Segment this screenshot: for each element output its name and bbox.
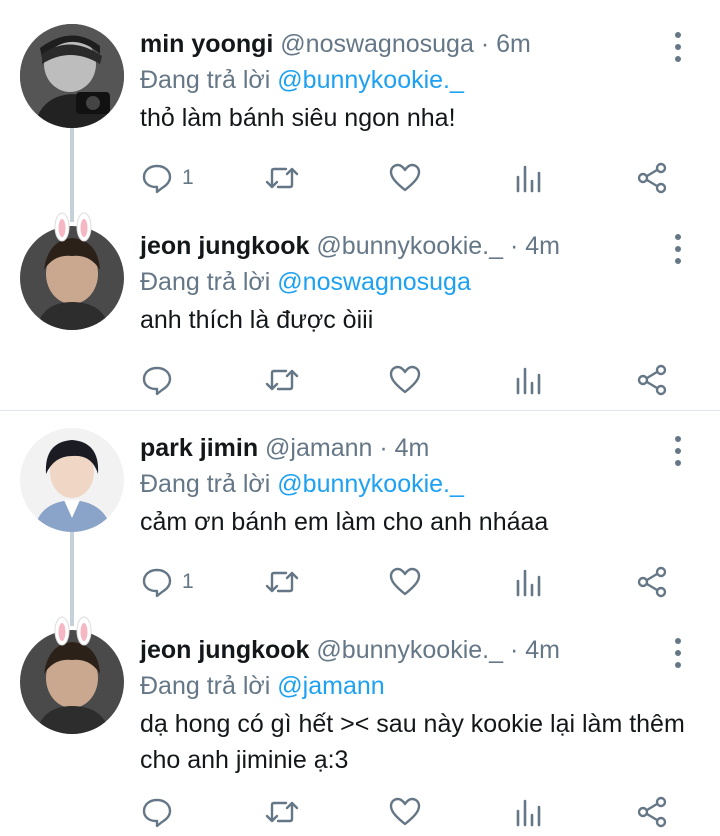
reply-button[interactable] bbox=[140, 360, 182, 400]
display-name[interactable]: jeon jungkook bbox=[140, 636, 309, 664]
more-options-icon[interactable] bbox=[664, 232, 692, 266]
tweet-actions bbox=[140, 792, 700, 832]
retweet-button[interactable] bbox=[264, 562, 300, 602]
tweet-header: jeon jungkook @bunnykookie._ · 4m bbox=[140, 630, 560, 670]
heart-icon bbox=[389, 365, 421, 394]
tweet-actions bbox=[140, 360, 700, 400]
analytics-button[interactable] bbox=[514, 792, 544, 832]
share-icon bbox=[637, 796, 667, 828]
separator-dot: · bbox=[509, 636, 519, 664]
retweet-icon bbox=[265, 571, 299, 593]
retweet-button[interactable] bbox=[264, 158, 300, 198]
user-handle[interactable]: @bunnykookie._ bbox=[316, 636, 503, 664]
separator-dot: · bbox=[480, 30, 490, 58]
replying-to-label: Đang trả lời bbox=[140, 470, 271, 498]
reply-count: 1 bbox=[182, 570, 194, 593]
replying-to: Đang trả lời @jamann bbox=[140, 668, 385, 704]
tweet-header: park jimin @jamann · 4m bbox=[140, 428, 429, 468]
analytics-icon bbox=[516, 165, 541, 193]
tweet-actions: 1 bbox=[140, 158, 700, 198]
heart-icon bbox=[389, 797, 421, 826]
user-handle[interactable]: @jamann bbox=[265, 434, 372, 462]
tweet-header: jeon jungkook @bunnykookie._ · 4m bbox=[140, 226, 560, 266]
share-button[interactable] bbox=[636, 562, 668, 602]
mention-link[interactable]: @bunnykookie._ bbox=[277, 66, 464, 94]
share-icon bbox=[637, 364, 667, 396]
tweet[interactable]: min yoongi @noswagnosuga · 6m Đang trả l… bbox=[0, 24, 720, 204]
reply-icon bbox=[142, 366, 172, 396]
share-icon bbox=[637, 566, 667, 598]
replying-to: Đang trả lời @bunnykookie._ bbox=[140, 466, 464, 502]
reply-button[interactable] bbox=[140, 792, 182, 832]
reply-thread: min yoongi @noswagnosuga · 6m Đang trả l… bbox=[0, 0, 720, 836]
tweet-actions: 1 bbox=[140, 562, 700, 602]
user-handle[interactable]: @bunnykookie._ bbox=[316, 232, 503, 260]
replying-to-label: Đang trả lời bbox=[140, 672, 271, 700]
tweet[interactable]: jeon jungkook @bunnykookie._ · 4m Đang t… bbox=[0, 212, 720, 406]
reply-icon bbox=[142, 798, 172, 828]
tweet[interactable]: park jimin @jamann · 4m Đang trả lời @bu… bbox=[0, 428, 720, 608]
thread-divider bbox=[0, 410, 720, 411]
like-button[interactable] bbox=[388, 792, 422, 832]
retweet-icon bbox=[265, 801, 299, 823]
retweet-button[interactable] bbox=[264, 792, 300, 832]
timestamp[interactable]: 4m bbox=[395, 434, 430, 462]
tweet-text: anh thích là được òiii bbox=[140, 306, 374, 334]
separator-dot: · bbox=[379, 434, 388, 462]
retweet-icon bbox=[265, 369, 299, 391]
display-name[interactable]: jeon jungkook bbox=[140, 232, 309, 260]
reply-icon bbox=[142, 568, 172, 598]
reply-count: 1 bbox=[182, 166, 194, 189]
like-button[interactable] bbox=[388, 562, 422, 602]
like-button[interactable] bbox=[388, 158, 422, 198]
replying-to: Đang trả lời @noswagnosuga bbox=[140, 264, 471, 300]
reply-button[interactable]: 1 bbox=[140, 158, 194, 198]
bunny-ears-sticker bbox=[54, 212, 92, 242]
display-name[interactable]: min yoongi bbox=[140, 30, 273, 58]
separator-dot: · bbox=[509, 232, 519, 260]
like-button[interactable] bbox=[388, 360, 422, 400]
heart-icon bbox=[389, 567, 421, 596]
share-button[interactable] bbox=[636, 792, 668, 832]
tweet-text: cảm ơn bánh em làm cho anh nháaa bbox=[140, 508, 549, 536]
tweet-text: thỏ làm bánh siêu ngon nha! bbox=[140, 104, 456, 132]
tweet[interactable]: jeon jungkook @bunnykookie._ · 4m Đang t… bbox=[0, 616, 720, 836]
mention-link[interactable]: @bunnykookie._ bbox=[277, 470, 464, 498]
retweet-icon bbox=[265, 167, 299, 189]
display-name[interactable]: park jimin bbox=[140, 434, 258, 462]
timestamp[interactable]: 4m bbox=[525, 232, 560, 260]
tweet-header: min yoongi @noswagnosuga · 6m bbox=[140, 24, 531, 64]
mention-link[interactable]: @jamann bbox=[277, 672, 384, 700]
analytics-button[interactable] bbox=[514, 158, 544, 198]
analytics-icon bbox=[516, 367, 541, 395]
bunny-ears-sticker bbox=[54, 616, 92, 646]
timestamp[interactable]: 4m bbox=[525, 636, 560, 664]
more-options-icon[interactable] bbox=[664, 636, 692, 670]
replying-to-label: Đang trả lời bbox=[140, 268, 271, 296]
more-options-icon[interactable] bbox=[664, 434, 692, 468]
avatar[interactable] bbox=[20, 428, 124, 532]
share-icon bbox=[637, 162, 667, 194]
analytics-button[interactable] bbox=[514, 360, 544, 400]
reply-icon bbox=[142, 164, 172, 194]
avatar[interactable] bbox=[20, 24, 124, 128]
reply-button[interactable]: 1 bbox=[140, 562, 194, 602]
analytics-icon bbox=[516, 799, 541, 827]
analytics-button[interactable] bbox=[514, 562, 544, 602]
analytics-icon bbox=[516, 569, 541, 597]
share-button[interactable] bbox=[636, 158, 668, 198]
timestamp[interactable]: 6m bbox=[496, 30, 531, 58]
share-button[interactable] bbox=[636, 360, 668, 400]
replying-to-label: Đang trả lời bbox=[140, 66, 271, 94]
retweet-button[interactable] bbox=[264, 360, 300, 400]
tweet-text: dạ hong có gì hết >< sau này kookie lại … bbox=[140, 710, 685, 774]
mention-link[interactable]: @noswagnosuga bbox=[277, 268, 471, 296]
heart-icon bbox=[389, 163, 421, 192]
user-handle[interactable]: @noswagnosuga bbox=[280, 30, 474, 58]
replying-to: Đang trả lời @bunnykookie._ bbox=[140, 62, 464, 98]
more-options-icon[interactable] bbox=[664, 30, 692, 64]
